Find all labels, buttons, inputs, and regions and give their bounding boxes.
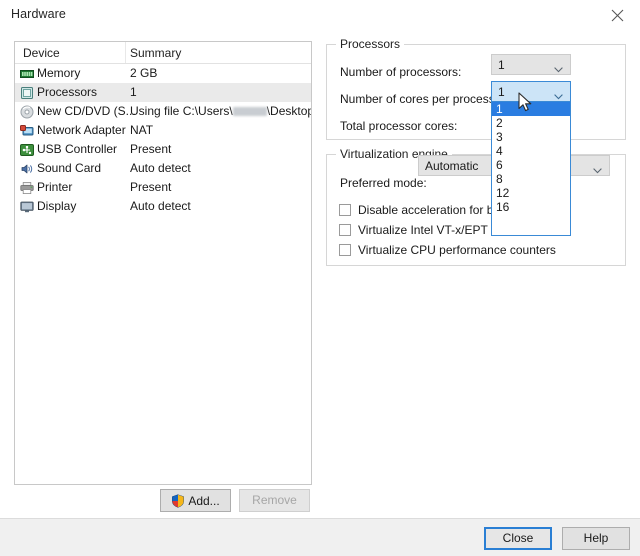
add-button[interactable]: Add... xyxy=(160,489,231,512)
device-summary: 2 GB xyxy=(130,66,158,80)
sound-card-icon xyxy=(20,162,34,176)
usb-controller-icon xyxy=(20,143,34,157)
device-name: New CD/DVD (S... xyxy=(37,104,136,118)
help-button[interactable]: Help xyxy=(562,527,630,550)
preferred-mode-value: Automatic xyxy=(425,159,479,173)
checkbox-label: Virtualize CPU performance counters xyxy=(358,243,556,257)
device-name: Memory xyxy=(37,66,81,80)
dropdown-option[interactable]: 2 xyxy=(492,116,570,130)
cores-per-processor-combo[interactable]: 1 xyxy=(491,81,571,102)
dropdown-option[interactable]: 16 xyxy=(492,200,570,214)
device-name: USB Controller xyxy=(37,142,118,156)
chevron-down-icon xyxy=(593,163,602,177)
num-processors-value: 1 xyxy=(498,58,505,72)
processors-group: Processors Number of processors: Number … xyxy=(326,37,626,140)
window-title: Hardware xyxy=(11,7,66,21)
add-button-label: Add... xyxy=(188,493,220,508)
network-adapter-icon xyxy=(20,124,34,138)
num-processors-combo[interactable]: 1 xyxy=(491,54,571,75)
processor-icon xyxy=(20,86,34,100)
column-header-summary[interactable]: Summary xyxy=(130,46,181,60)
table-row[interactable]: Memory 2 GB xyxy=(15,64,311,83)
preferred-mode-label: Preferred mode: xyxy=(340,176,427,190)
device-summary: Auto detect xyxy=(130,161,191,175)
dropdown-option[interactable]: 12 xyxy=(492,186,570,200)
dropdown-option[interactable]: 8 xyxy=(492,172,570,186)
cores-dropdown-list[interactable]: 1 2 3 4 6 8 12 16 xyxy=(491,101,571,236)
device-name: Display xyxy=(37,199,77,213)
device-name: Network Adapter xyxy=(37,123,126,137)
device-summary: Using file C:\Users\ \Desktop\W... xyxy=(130,102,311,121)
dialog-body: Device Summary Memory 2 GB Processors 1 … xyxy=(0,30,640,518)
redacted-username xyxy=(232,107,267,116)
checkbox-box[interactable] xyxy=(339,204,351,216)
processors-group-legend: Processors xyxy=(336,37,405,51)
device-summary: Present xyxy=(130,180,172,194)
dropdown-option[interactable]: 3 xyxy=(492,130,570,144)
table-row[interactable]: New CD/DVD (S... Using file C:\Users\ \De… xyxy=(15,102,311,121)
num-processors-label: Number of processors: xyxy=(340,65,462,79)
column-divider xyxy=(125,42,126,63)
table-row[interactable]: Sound Card Auto detect xyxy=(15,159,311,178)
close-button[interactable]: Close xyxy=(484,527,552,550)
device-summary-prefix: Using file C:\Users\ xyxy=(130,104,233,118)
table-row[interactable]: Processors 1 xyxy=(15,83,311,102)
display-icon xyxy=(20,200,34,214)
cores-label: Number of cores per processor: xyxy=(340,92,509,106)
title-bar: Hardware xyxy=(0,0,640,31)
device-summary: 1 xyxy=(130,85,137,99)
device-list[interactable]: Device Summary Memory 2 GB Processors 1 … xyxy=(14,41,312,485)
device-summary: Auto detect xyxy=(130,199,191,213)
shield-icon xyxy=(171,493,185,508)
table-row[interactable]: Printer Present xyxy=(15,178,311,197)
table-row[interactable]: USB Controller Present xyxy=(15,140,311,159)
checkbox-box[interactable] xyxy=(339,224,351,236)
cd-dvd-icon xyxy=(20,105,34,119)
cores-value: 1 xyxy=(498,85,505,99)
device-summary: NAT xyxy=(130,123,154,137)
dropdown-option[interactable]: 1 xyxy=(492,102,570,116)
total-cores-label: Total processor cores: xyxy=(340,119,458,133)
memory-icon xyxy=(20,67,34,81)
device-summary-suffix: \Desktop\W... xyxy=(266,104,311,118)
remove-button[interactable]: Remove xyxy=(239,489,310,512)
checkbox-box[interactable] xyxy=(339,244,351,256)
printer-icon xyxy=(20,181,34,195)
column-header-device[interactable]: Device xyxy=(23,46,60,60)
device-list-header: Device Summary xyxy=(15,42,311,64)
close-icon[interactable] xyxy=(594,0,640,30)
device-name: Processors xyxy=(37,85,98,99)
dialog-footer: Close Help xyxy=(0,518,640,556)
dropdown-option[interactable]: 4 xyxy=(492,144,570,158)
device-summary: Present xyxy=(130,142,172,156)
table-row[interactable]: Network Adapter NAT xyxy=(15,121,311,140)
device-name: Sound Card xyxy=(37,161,102,175)
dropdown-option[interactable]: 6 xyxy=(492,158,570,172)
chevron-down-icon xyxy=(554,62,563,76)
device-name: Printer xyxy=(37,180,73,194)
table-row[interactable]: Display Auto detect xyxy=(15,197,311,216)
